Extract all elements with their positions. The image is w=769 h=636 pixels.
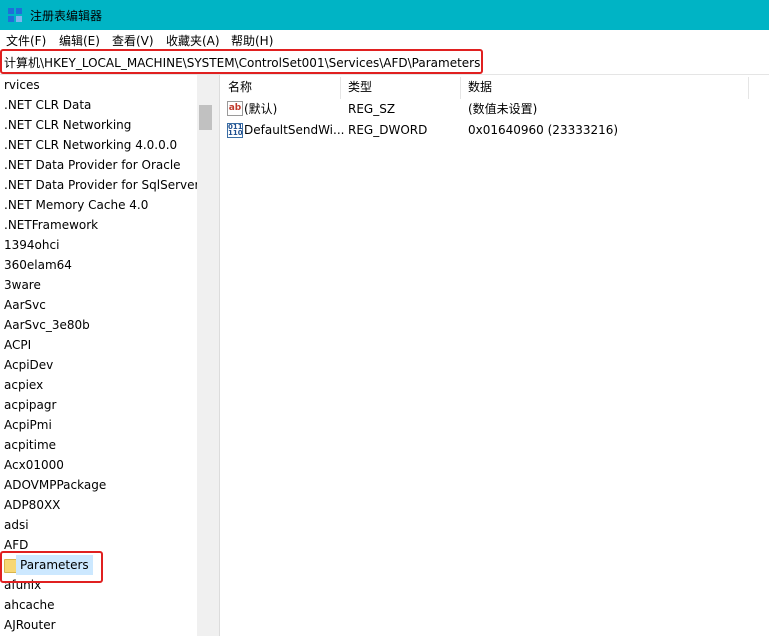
value-list: 名称 类型 数据 ab (默认) REG_SZ (数值未设置) 011 110 D… [220,75,769,636]
tree-item[interactable]: AcpiPmi [4,415,52,435]
tree-item[interactable]: .NET CLR Networking 4.0.0.0 [4,135,177,155]
registry-editor-icon [8,8,22,22]
title-bar: 注册表编辑器 [0,0,769,30]
tree-item[interactable]: 3ware [4,275,41,295]
menu-view[interactable]: 查看(V) [112,32,154,49]
value-name[interactable]: DefaultSendWi... [244,120,344,140]
address-highlight-box [0,49,483,74]
tree-item[interactable]: adsi [4,515,29,535]
tree-item[interactable]: AarSvc [4,295,46,315]
value-data: (数值未设置) [468,102,538,116]
tree-item[interactable]: AJRouter [4,615,56,635]
value-name[interactable]: (默认) [244,99,277,119]
tree-item[interactable]: .NET Data Provider for Oracle [4,155,181,175]
tree-scrollbar-thumb[interactable] [199,105,212,130]
tree-item[interactable]: Acx01000 [4,455,64,475]
menu-favorites[interactable]: 收藏夹(A) [166,32,220,49]
tree-item[interactable]: AcpiDev [4,355,53,375]
menu-bar: 文件(F) 编辑(E) 查看(V) 收藏夹(A) 帮助(H) [0,30,769,48]
tree-item[interactable]: ACPI [4,335,31,355]
column-header-data[interactable]: 数据 [468,77,492,97]
binary-value-icon: 011 110 [227,123,243,138]
value-type: REG_DWORD [348,123,428,137]
tree-item[interactable]: .NET Memory Cache 4.0 [4,195,148,215]
selection-highlight-box [0,551,103,583]
menu-edit[interactable]: 编辑(E) [59,32,100,49]
column-separator[interactable] [748,77,749,99]
window-title: 注册表编辑器 [30,9,103,23]
tree-scrollbar[interactable] [197,75,214,636]
column-separator[interactable] [340,77,341,99]
value-type: REG_SZ [348,102,396,116]
menu-help[interactable]: 帮助(H) [231,32,273,49]
tree-item[interactable]: acpipagr [4,395,56,415]
tree-item[interactable]: .NET CLR Data [4,95,91,115]
column-separator[interactable] [460,77,461,99]
column-header-type[interactable]: 类型 [348,77,372,97]
tree-item[interactable]: acpitime [4,435,56,455]
tree-item[interactable]: .NET CLR Networking [4,115,131,135]
value-data: 0x01640960 (23333216) [468,123,619,137]
menu-file[interactable]: 文件(F) [6,32,46,49]
string-value-icon: ab [227,101,243,116]
tree-item[interactable]: rvices [4,75,40,95]
tree-item[interactable]: AarSvc_3e80b [4,315,90,335]
tree-item[interactable]: ADOVMPPackage [4,475,106,495]
tree-item[interactable]: 360elam64 [4,255,72,275]
tree-item[interactable]: .NETFramework [4,215,98,235]
tree-item[interactable]: ADP80XX [4,495,60,515]
tree-item[interactable]: ahcache [4,595,55,615]
column-header-name[interactable]: 名称 [228,77,252,97]
tree-item[interactable]: .NET Data Provider for SqlServer [4,175,197,195]
tree-item[interactable]: acpiex [4,375,43,395]
tree-item[interactable]: 1394ohci [4,235,59,255]
